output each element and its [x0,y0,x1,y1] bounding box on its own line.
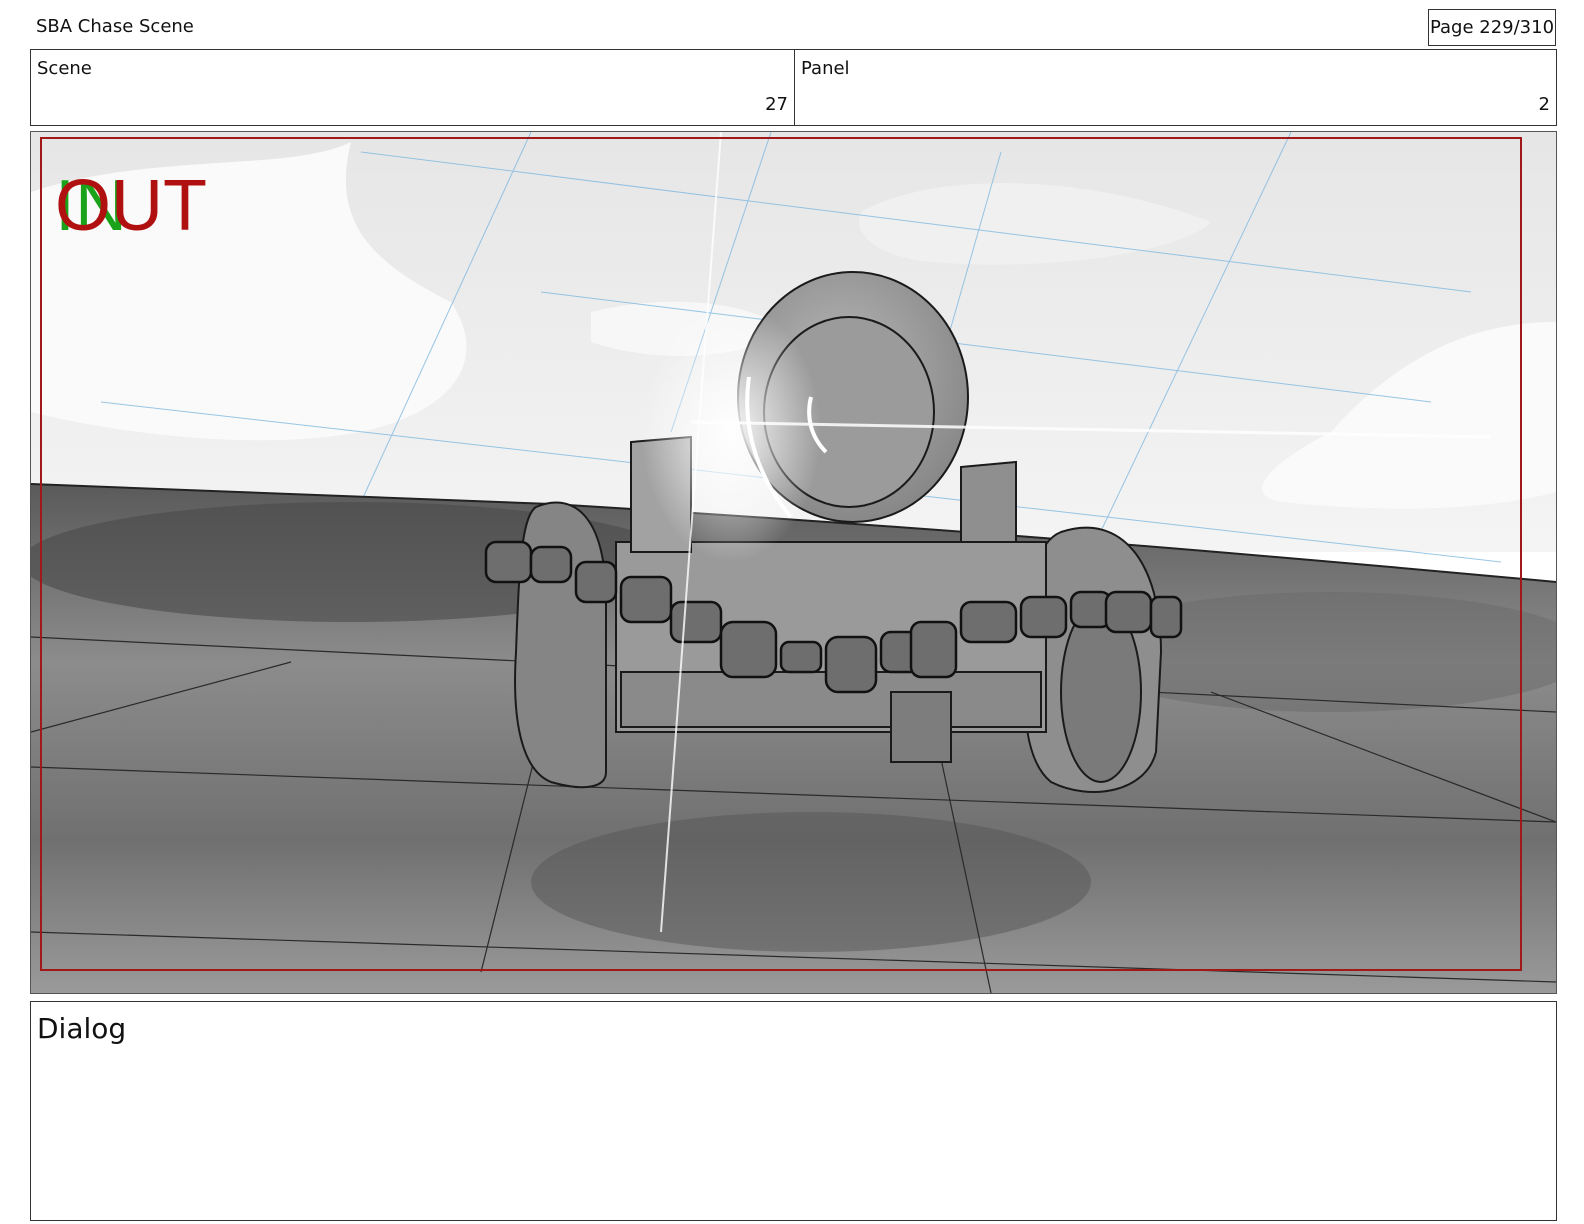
page-number: Page 229/310 [1428,9,1556,46]
storyboard-frame: IN OUT [30,131,1557,994]
panel-value: 2 [1538,94,1550,115]
panel-label: Panel [801,58,850,79]
scene-label: Scene [37,58,92,79]
dialog-label: Dialog [37,1012,127,1045]
scene-panel-info-row: Scene 27 Panel 2 [30,49,1557,126]
project-title: SBA Chase Scene [36,16,194,37]
light-flare [641,302,821,562]
storyboard-drawing: IN OUT [31,132,1556,993]
dialog-box: Dialog [30,1001,1557,1221]
scene-cell: Scene 27 [31,50,795,125]
scene-value: 27 [765,94,788,115]
panel-cell: Panel 2 [795,50,1556,125]
marker-out: OUT [55,166,207,246]
